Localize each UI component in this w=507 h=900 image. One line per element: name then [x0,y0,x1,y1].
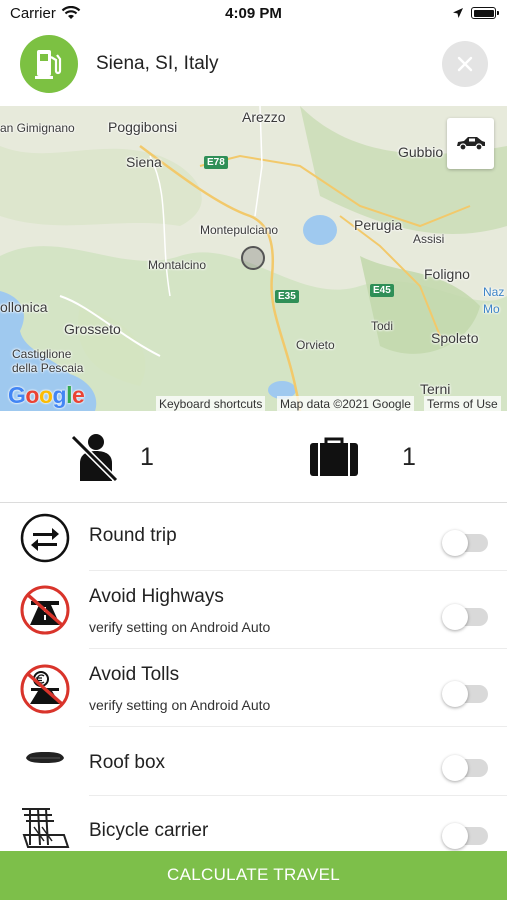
map-label-grosseto: Grosseto [64,321,121,337]
map-label-della-pescaia: della Pescaia [12,361,84,375]
option-title: Round trip [89,525,177,546]
map-label-todi: Todi [371,319,394,333]
option-roof-box[interactable]: Roof box [0,727,507,796]
map-label-perugia: Perugia [354,217,403,233]
option-title: Avoid Highways [89,586,224,607]
calculate-travel-button[interactable]: CALCULATE TRAVEL [0,851,507,900]
map-label-poggibonsi: Poggibonsi [108,119,178,135]
option-title: Bicycle carrier [89,820,209,841]
option-round-trip[interactable]: Round trip [0,503,507,571]
map-label-siena: Siena [126,154,162,170]
option-title: Avoid Tolls [89,664,180,685]
map-label-san-gimignano: an Gimignano [0,121,75,135]
map-location-pin[interactable] [241,246,265,270]
terms-of-use-link[interactable]: Terms of Use [424,396,501,411]
clock-label: 4:09 PM [225,5,282,22]
map-label-arezzo: Arezzo [242,109,286,125]
map-label-montalcino: Montalcino [148,258,207,272]
option-subtitle: verify setting on Android Auto [89,697,271,713]
header-bar: Siena, SI, Italy [0,26,507,107]
google-logo: Google [8,382,85,408]
bicycle-carrier-icon [20,805,70,856]
close-button[interactable] [442,41,488,87]
status-bar: Carrier 4:09 PM [0,0,507,26]
route-map[interactable]: an Gimignano Poggibonsi Arezzo Gubbio Si… [0,106,507,411]
roof-box-icon [24,751,66,770]
car-icon [457,137,485,151]
map-label-spoleto: Spoleto [431,330,479,346]
map-label-follonica: ollonica [0,299,48,315]
map-label-montepulciano: Montepulciano [200,223,279,237]
option-bicycle-carrier[interactable]: Bicycle carrier [0,796,507,851]
round-trip-toggle[interactable] [442,530,488,556]
map-label-foligno: Foligno [424,266,470,282]
vehicle-button[interactable] [447,118,494,169]
luggage-count[interactable]: 1 [402,443,416,472]
luggage-icon[interactable] [309,437,359,482]
round-trip-icon [20,513,70,568]
option-title: Roof box [89,752,166,773]
no-highway-icon [20,585,70,640]
map-label-naz: Naz [483,285,505,299]
roof-box-toggle[interactable] [442,755,488,781]
map-data-label[interactable]: Map data ©2021 Google [277,396,414,411]
passenger-count[interactable]: 1 [140,443,154,472]
map-label-assisi: Assisi [413,232,445,246]
bicycle-carrier-toggle[interactable] [442,823,488,849]
map-label-orvieto: Orvieto [296,338,335,352]
close-icon [457,56,473,72]
battery-icon [471,7,499,19]
travel-counters: 1 1 [0,411,507,503]
avoid-tolls-toggle[interactable] [442,681,488,707]
road-shield-e45: E45 [370,284,394,297]
location-title[interactable]: Siena, SI, Italy [96,53,219,75]
keyboard-shortcuts-link[interactable]: Keyboard shortcuts [156,396,266,411]
passenger-seatbelt-icon[interactable] [70,433,119,488]
no-toll-icon [20,664,70,719]
map-label-terni: Terni [420,381,451,397]
road-shield-e35: E35 [275,290,299,303]
option-subtitle: verify setting on Android Auto [89,619,271,635]
location-arrow-icon [452,6,464,23]
map-label-mo: Mo [483,302,500,316]
map-label-gubbio: Gubbio [398,144,444,160]
option-avoid-tolls[interactable]: Avoid Tolls verify setting on Android Au… [0,649,507,727]
avoid-highways-toggle[interactable] [442,604,488,630]
map-label-castiglione: Castiglione [12,347,72,361]
road-shield-e78: E78 [204,156,228,169]
option-avoid-highways[interactable]: Avoid Highways verify setting on Android… [0,571,507,649]
fuel-station-icon[interactable] [20,35,78,93]
